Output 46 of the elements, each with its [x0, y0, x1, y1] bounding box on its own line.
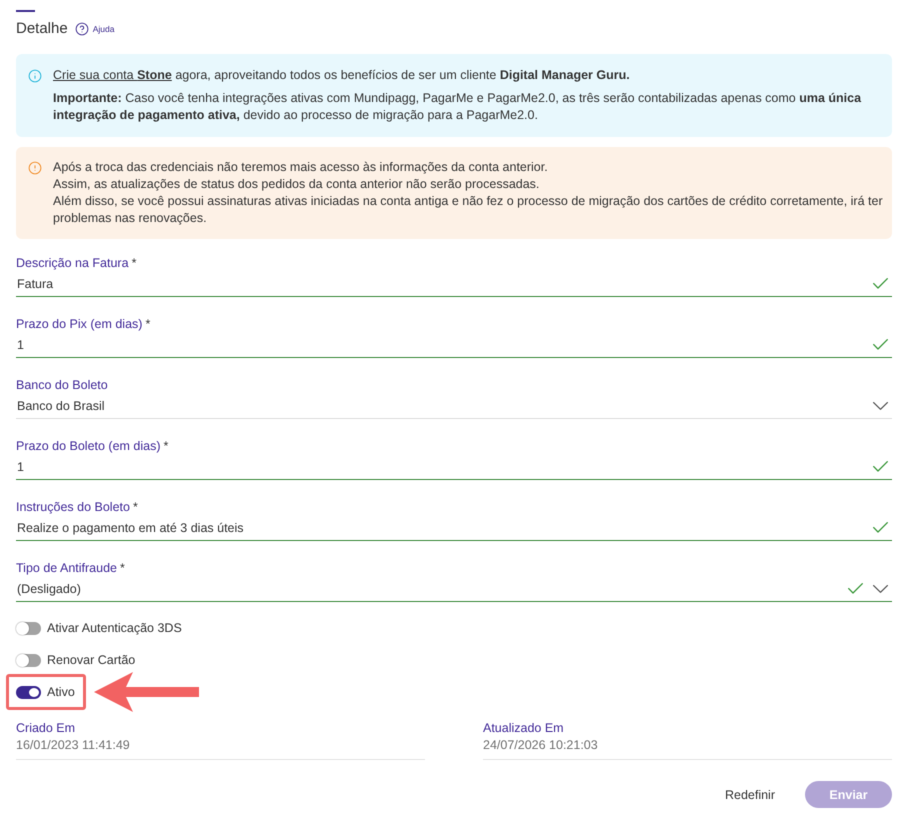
help-link[interactable]: Ajuda: [74, 22, 114, 36]
toggle-switch[interactable]: [16, 622, 41, 634]
field-label: Atualizado Em: [483, 720, 565, 736]
info-text: agora, aproveitando todos os benefícios de ser um cliente Digital Manager Guru.: [175, 68, 630, 82]
required-mark: *: [132, 500, 138, 514]
warning-text: Assim, as atualizações de status dos pedidos da conta anterior não serão processadas.: [53, 176, 540, 193]
check-icon: [873, 522, 888, 533]
check-icon: [873, 339, 888, 350]
chevron-down-icon: [873, 584, 888, 592]
field-label: Tipo de Antifraude: [16, 561, 117, 575]
field-value: 16/01/2023 11:41:49: [16, 737, 131, 753]
field-label: Instruções do Boleto: [16, 500, 130, 514]
chevron-down-icon: [873, 402, 888, 410]
help-icon: [74, 22, 89, 36]
warning-text: Após a troca das credenciais não teremos mais acesso às informações da conta anterior.: [53, 159, 549, 176]
check-icon: [873, 278, 888, 289]
warning-text: Além disso, se você possui assinaturas ativas iniciadas na conta antiga e não fez o processo de migração dos cartões de crédito corretamente, irá ter problemas nas renovações.: [53, 193, 884, 227]
select-field[interactable]: Banco do Brasil: [16, 396, 892, 419]
field-label: Criado Em: [16, 720, 76, 736]
text-field[interactable]: Realize o pagamento em até 3 dias úteis: [16, 518, 892, 541]
select-field[interactable]: (Desligado): [16, 579, 892, 602]
text-field[interactable]: Fatura: [16, 274, 892, 297]
create-account-link[interactable]: Crie sua conta Stone: [53, 68, 172, 82]
field-label: Prazo do Pix (em dias): [16, 317, 142, 331]
toggle-switch[interactable]: [16, 686, 41, 698]
warning-icon: [28, 160, 42, 174]
info-note: Importante: Caso você tenha integrações ativas com Mundipagg, PagarMe e PagarMe2.0, as três serão contabilizadas apenas como uma única integração de pagamento ativa, devido ao processo de migração para a PagarMe2.0.: [53, 90, 862, 124]
info-icon: [28, 68, 42, 82]
toggle-label: Renovar Cartão: [47, 653, 136, 667]
reset-button[interactable]: Redefinir: [724, 788, 775, 802]
required-mark: *: [132, 256, 136, 270]
check-icon: [873, 461, 888, 472]
field-label: Prazo do Boleto (em dias): [16, 439, 161, 453]
check-icon: [848, 583, 863, 594]
required-mark: *: [145, 317, 150, 331]
toggle-switch[interactable]: [16, 654, 41, 666]
page-title: Detalhe: [16, 19, 68, 39]
field-label: Descrição na Fatura: [16, 256, 129, 270]
field-value: 24/07/2026 10:21:03: [483, 737, 599, 753]
required-mark: *: [164, 439, 168, 453]
toggle-label: Ativo: [47, 685, 75, 699]
toggle-label: Ativar Autenticação 3DS: [47, 621, 182, 635]
required-mark: *: [120, 561, 125, 575]
field-label: Banco do Boleto: [16, 378, 108, 392]
text-field[interactable]: 1: [16, 335, 892, 358]
text-field[interactable]: 1: [16, 457, 892, 480]
